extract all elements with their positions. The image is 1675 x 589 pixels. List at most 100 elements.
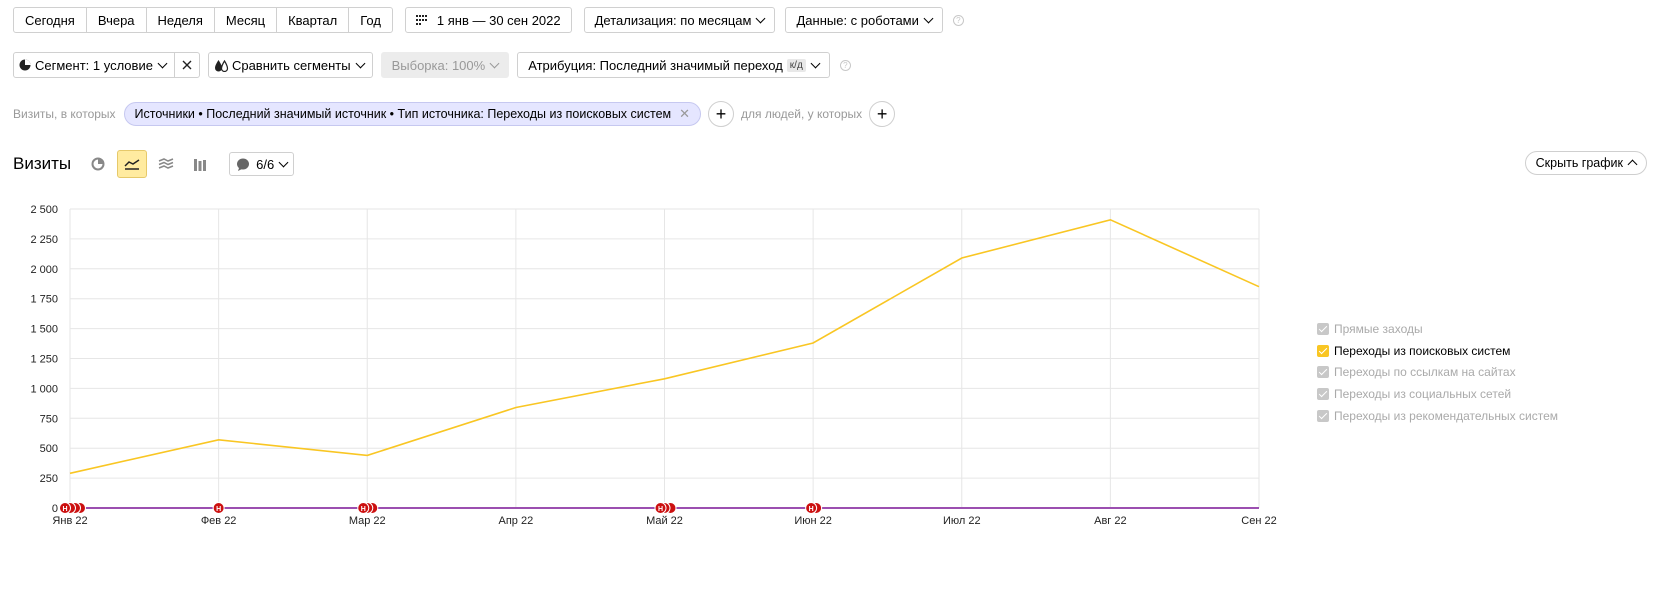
annotation-marker-label: Н — [658, 506, 663, 513]
line-chart-type-button[interactable] — [117, 150, 148, 178]
detail-label: Детализация: по месяцам — [594, 12, 752, 28]
period-yesterday-button[interactable]: Вчера — [87, 8, 147, 32]
period-week-button[interactable]: Неделя — [147, 8, 215, 32]
annotation-marker-label: Н — [809, 506, 814, 513]
remove-icon[interactable]: ✕ — [679, 106, 690, 122]
sample-label: Выборка: 100% — [391, 57, 486, 73]
y-tick-label: 2 000 — [30, 264, 58, 276]
people-prefix: для людей, у которых — [741, 107, 863, 121]
pie-chart-type-button[interactable] — [83, 150, 113, 178]
period-switch: Сегодня Вчера Неделя Месяц Квартал Год — [13, 7, 393, 33]
add-people-condition-button[interactable]: + — [869, 101, 896, 127]
annotation-marker-label: Н — [216, 506, 221, 513]
y-tick-label: 1 500 — [30, 324, 58, 336]
segment-label: Сегмент: 1 условие — [35, 57, 153, 73]
chart-legend: Прямые заходы Переходы из поисковых сист… — [1317, 318, 1558, 426]
x-tick-label: Сен 22 — [1241, 515, 1276, 527]
line-chart-icon — [124, 159, 140, 170]
filter-chip[interactable]: Источники • Последний значимый источник … — [123, 102, 702, 126]
chevron-down-icon — [355, 58, 366, 68]
data-point[interactable] — [662, 376, 668, 382]
visits-prefix: Визиты, в которых — [13, 107, 116, 121]
annotations-count: 6/6 — [256, 156, 275, 172]
pie-chart-icon — [91, 157, 105, 171]
data-mode-label: Данные: с роботами — [796, 12, 919, 28]
period-toolbar: Сегодня Вчера Неделя Месяц Квартал Год 1… — [13, 7, 964, 33]
legend-item-recommendation[interactable]: Переходы из рекомендательных систем — [1317, 405, 1558, 427]
chart-header: Визиты 6/6 — [13, 150, 295, 178]
visits-line-chart: 0 250 500 750 1 000 1 250 1 500 1 750 2 000 2 250… — [30, 204, 1276, 527]
chevron-down-icon — [157, 58, 168, 68]
data-point[interactable] — [1256, 284, 1262, 290]
comment-icon — [237, 158, 250, 171]
plus-icon: + — [876, 103, 888, 124]
attribution-badge: к/д — [786, 58, 806, 72]
annotations-dropdown[interactable]: 6/6 — [229, 152, 295, 176]
period-today-button[interactable]: Сегодня — [14, 8, 87, 32]
legend-label: Переходы из поисковых систем — [1334, 343, 1511, 358]
y-tick-label: 2 500 — [30, 204, 58, 216]
y-tick-label: 1 000 — [30, 383, 58, 395]
y-tick-label: 250 — [40, 473, 58, 485]
help-icon[interactable]: ? — [839, 59, 851, 71]
date-range-button[interactable]: 1 янв — 30 сен 2022 — [404, 7, 572, 33]
area-chart-type-button[interactable] — [151, 150, 181, 178]
data-mode-dropdown[interactable]: Данные: с роботами — [785, 7, 943, 33]
pie-chart-icon — [19, 59, 31, 71]
x-tick-label: Июн 22 — [794, 515, 832, 527]
chevron-down-icon — [278, 157, 289, 167]
y-tick-label: 500 — [40, 443, 58, 455]
attribution-dropdown[interactable]: Атрибуция: Последний значимый переход к/… — [517, 52, 830, 78]
data-point[interactable] — [216, 437, 222, 443]
legend-item-social[interactable]: Переходы из социальных сетей — [1317, 383, 1558, 405]
compare-segments-dropdown[interactable]: Сравнить сегменты — [207, 52, 373, 78]
y-tick-label: 1 250 — [30, 354, 58, 366]
legend-label: Прямые заходы — [1334, 321, 1423, 336]
period-quarter-button[interactable]: Квартал — [277, 8, 350, 32]
data-point[interactable] — [1107, 217, 1113, 223]
x-tick-label: Июл 22 — [943, 515, 981, 527]
data-point[interactable] — [959, 255, 965, 261]
period-month-button[interactable]: Месяц — [215, 8, 278, 32]
y-tick-label: 750 — [40, 413, 58, 425]
x-tick-label: Фев 22 — [201, 515, 237, 527]
chevron-up-icon — [1627, 159, 1638, 170]
compare-segments-label: Сравнить сегменты — [231, 57, 351, 73]
chevron-down-icon — [810, 58, 821, 68]
bar-chart-type-button[interactable] — [185, 150, 215, 178]
page-title: Визиты — [13, 154, 72, 173]
add-visit-condition-button[interactable]: + — [708, 101, 735, 127]
help-icon[interactable]: ? — [952, 14, 964, 26]
date-range-label: 1 янв — 30 сен 2022 — [436, 12, 561, 28]
hide-chart-label: Скрыть график — [1535, 156, 1623, 170]
data-point[interactable] — [810, 340, 816, 346]
sample-dropdown[interactable]: Выборка: 100% — [380, 52, 510, 78]
chevron-down-icon — [756, 13, 766, 23]
segment-dropdown[interactable]: Сегмент: 1 условие — [14, 53, 175, 77]
detail-dropdown[interactable]: Детализация: по месяцам — [583, 7, 776, 33]
data-point[interactable] — [513, 405, 519, 411]
checkbox-icon — [1317, 409, 1329, 422]
y-tick-label: 1 750 — [30, 294, 58, 306]
area-chart-icon — [158, 158, 174, 169]
legend-item-direct[interactable]: Прямые заходы — [1317, 318, 1558, 340]
data-point[interactable] — [67, 470, 73, 476]
annotation-marker-label: Н — [361, 506, 366, 513]
legend-item-search[interactable]: Переходы из поисковых систем — [1317, 340, 1558, 362]
calendar-icon — [415, 15, 427, 25]
segment-clear-button[interactable] — [175, 53, 199, 77]
period-year-button[interactable]: Год — [349, 8, 392, 32]
legend-label: Переходы из рекомендательных систем — [1334, 408, 1558, 423]
x-tick-label: Янв 22 — [52, 515, 87, 527]
plus-icon: + — [715, 103, 727, 124]
segment-control: Сегмент: 1 условие — [13, 52, 200, 78]
x-tick-label: Апр 22 — [499, 515, 534, 527]
checkbox-checked-icon — [1317, 344, 1329, 357]
legend-label: Переходы из социальных сетей — [1334, 386, 1512, 401]
hide-chart-button[interactable]: Скрыть график — [1524, 151, 1647, 175]
y-tick-label: 2 250 — [30, 234, 58, 246]
legend-item-links[interactable]: Переходы по ссылкам на сайтах — [1317, 361, 1558, 383]
x-tick-label: Май 22 — [646, 515, 683, 527]
y-tick-label: 0 — [52, 503, 58, 515]
data-point[interactable] — [364, 452, 370, 458]
